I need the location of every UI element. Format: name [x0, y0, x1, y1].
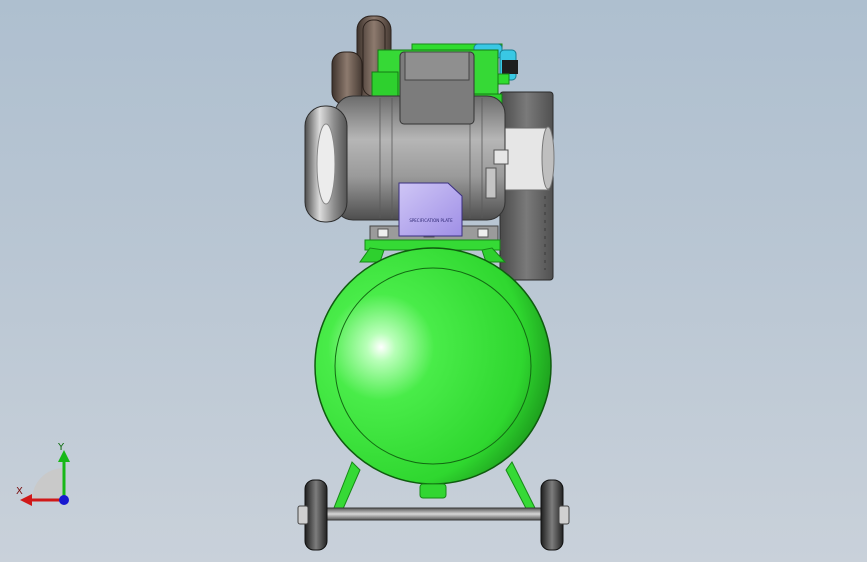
air-tank[interactable]	[314, 247, 552, 499]
name-plate[interactable]: SPECIFICATION PLATE	[398, 182, 463, 237]
cad-viewport[interactable]: SPECIFICATION PLATE X Y	[0, 0, 867, 562]
compressor-model[interactable]: SPECIFICATION PLATE	[0, 0, 867, 562]
belt-guard[interactable]	[499, 91, 555, 281]
name-plate-text: SPECIFICATION PLATE	[409, 218, 453, 223]
wheel-axle[interactable]	[321, 507, 545, 521]
triad-plane	[32, 468, 64, 500]
orientation-triad[interactable]: X Y	[10, 440, 80, 510]
x-axis-label: X	[16, 486, 23, 497]
right-wheel[interactable]	[540, 479, 570, 551]
z-axis-dot	[59, 495, 69, 505]
left-wheel[interactable]	[297, 479, 328, 551]
y-axis-label: Y	[58, 442, 65, 453]
